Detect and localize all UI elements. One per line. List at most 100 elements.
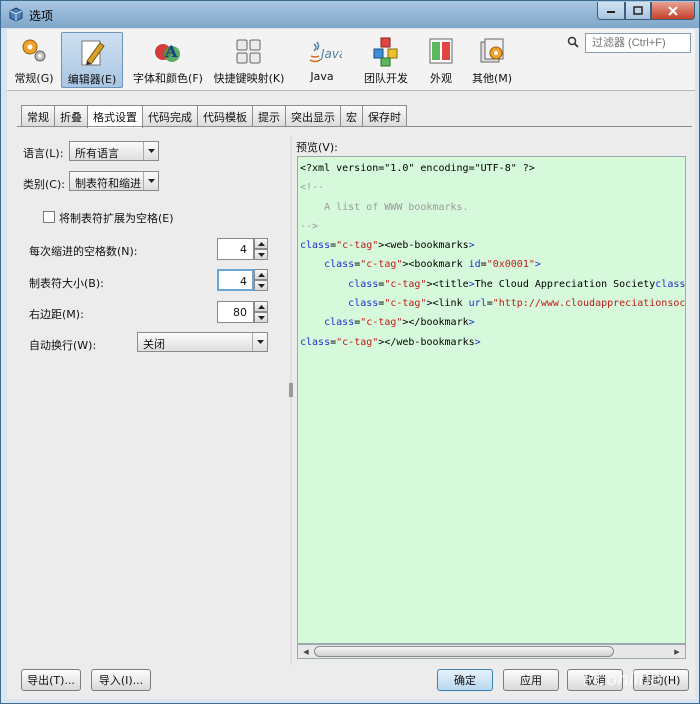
team-blocks-icon <box>373 37 398 67</box>
category-general[interactable]: 常规(G) <box>9 32 59 88</box>
chevron-down-icon <box>143 142 158 160</box>
expand-tabs-checkbox[interactable] <box>43 211 55 223</box>
filter-input[interactable] <box>585 33 691 53</box>
tab-code-templates[interactable]: 代码模板 <box>197 105 253 127</box>
help-button[interactable]: 帮助(H) <box>633 669 689 691</box>
category-label: 外观 <box>430 72 452 85</box>
language-combo[interactable]: 所有语言 <box>69 141 159 161</box>
chevron-down-icon <box>143 172 158 190</box>
category-label: 快捷键映射(K) <box>213 72 285 85</box>
apply-button[interactable]: 应用 <box>503 669 559 691</box>
preview-code-line: class="c-tag"></bookmark> <box>324 317 475 329</box>
search-icon <box>567 36 579 48</box>
category-label: 字体和颜色(F) <box>133 72 203 85</box>
preview-code-line: class="c-tag"><link url="http://www.clou… <box>348 298 686 310</box>
export-button[interactable]: 导出(T)... <box>21 669 81 691</box>
svg-text:A: A <box>164 42 178 61</box>
tab-folding[interactable]: 折叠 <box>54 105 88 127</box>
options-window: 选项 常规(G) 编辑器(E) A 字体和颜色(F) 快捷键映射(K) Jav … <box>0 0 700 704</box>
preview-code-line: <?xml version="1.0" encoding="UTF-8" ?> <box>300 163 535 174</box>
preview-code-line: class="c-tag"></web-bookmarks> <box>300 336 481 348</box>
tab-hints[interactable]: 提示 <box>252 105 286 127</box>
category-combo[interactable]: 制表符和缩进 <box>69 171 159 191</box>
preview-code-line: class="c-tag"><title>The Cloud Appreciat… <box>348 278 686 290</box>
tab-size-field[interactable]: 4 <box>217 269 254 291</box>
chevron-down-icon <box>252 333 267 351</box>
language-label: 语言(L): <box>23 147 64 160</box>
preview-code-line: <!-- <box>300 182 325 194</box>
preview-code: <?xml version="1.0" encoding="UTF-8" ?> <… <box>300 159 686 352</box>
line-wrap-value: 关闭 <box>143 338 165 351</box>
preview-code-line: class="c-tag"><web-bookmarks> <box>300 240 475 252</box>
line-wrap-label: 自动换行(W): <box>29 339 97 352</box>
appearance-icon <box>429 38 453 64</box>
pencil-editor-icon <box>81 40 105 66</box>
dialog-content: 常规(G) 编辑器(E) A 字体和颜色(F) 快捷键映射(K) Jav Jav… <box>7 29 695 699</box>
scroll-left-arrow-icon[interactable]: ◀ <box>300 646 312 657</box>
cancel-button[interactable]: 取消 <box>567 669 623 691</box>
gears-icon <box>22 39 46 62</box>
category-java[interactable]: Java Java <box>297 32 347 88</box>
indent-size-label: 每次缩进的空格数(N): <box>29 245 138 258</box>
category-toolbar: 常规(G) 编辑器(E) A 字体和颜色(F) 快捷键映射(K) Jav Jav… <box>7 29 695 91</box>
close-button[interactable] <box>651 2 695 20</box>
category-fonts-colors[interactable]: A 字体和颜色(F) <box>131 32 205 88</box>
expand-tabs-label: 将制表符扩展为空格(E) <box>59 212 174 225</box>
tab-general[interactable]: 常规 <box>21 105 55 127</box>
minimize-button[interactable] <box>597 2 625 20</box>
preview-code-line: --> <box>300 220 319 232</box>
spinner-up-arrow-icon[interactable] <box>254 238 268 249</box>
preview-horizontal-scrollbar[interactable]: ◀ ▶ <box>297 644 686 659</box>
right-margin-label: 右边距(M): <box>29 308 84 321</box>
maximize-icon <box>633 6 643 15</box>
spinner-down-arrow-icon[interactable] <box>254 312 268 323</box>
maximize-button[interactable] <box>625 2 651 20</box>
indent-size-field[interactable]: 4 <box>217 238 254 260</box>
spinner-up-arrow-icon[interactable] <box>254 301 268 312</box>
indent-size-spinner[interactable]: 4 <box>217 238 269 260</box>
keyboard-icon <box>236 39 261 64</box>
java-icon: Java <box>309 41 342 63</box>
scroll-right-arrow-icon[interactable]: ▶ <box>671 646 683 657</box>
window-title: 选项 <box>29 9 54 23</box>
close-icon <box>668 5 678 16</box>
title-bar[interactable]: 选项 <box>1 1 699 28</box>
category-appearance[interactable]: 外观 <box>421 32 461 88</box>
tab-highlighting[interactable]: 突出显示 <box>285 105 341 127</box>
editor-tabs: 常规 折叠 格式设置 代码完成 代码模板 提示 突出显示 宏 保存时 <box>21 105 407 128</box>
category-value: 制表符和缩进 <box>75 177 141 190</box>
category-editor[interactable]: 编辑器(E) <box>61 32 123 88</box>
preview-label: 预览(V): <box>296 141 338 154</box>
tab-on-save[interactable]: 保存时 <box>362 105 407 127</box>
minimize-icon <box>607 10 615 13</box>
category-label: Java <box>310 70 334 83</box>
category-label-text: 类别(C): <box>23 178 65 191</box>
tab-formatting[interactable]: 格式设置 <box>87 105 143 128</box>
spinner-down-arrow-icon[interactable] <box>254 280 268 291</box>
tab-macros[interactable]: 宏 <box>340 105 363 127</box>
tab-size-spinner[interactable]: 4 <box>217 269 269 291</box>
line-wrap-combo[interactable]: 关闭 <box>137 332 268 352</box>
right-margin-spinner[interactable]: 80 <box>217 301 269 323</box>
scrollbar-thumb[interactable] <box>314 646 614 657</box>
misc-icon <box>480 38 504 63</box>
right-margin-field[interactable]: 80 <box>217 301 254 323</box>
category-label: 团队开发 <box>364 72 408 85</box>
category-label: 其他(M) <box>471 72 513 85</box>
category-team[interactable]: 团队开发 <box>359 32 413 88</box>
tab-code-completion[interactable]: 代码完成 <box>142 105 198 127</box>
category-misc[interactable]: 其他(M) <box>467 32 517 88</box>
category-keymap[interactable]: 快捷键映射(K) <box>211 32 287 88</box>
ok-button[interactable]: 确定 <box>437 669 493 691</box>
category-label: 常规(G) <box>14 72 54 85</box>
spinner-down-arrow-icon[interactable] <box>254 249 268 260</box>
svg-text:Java: Java <box>319 47 342 61</box>
split-pane-divider[interactable] <box>289 137 293 665</box>
preview-code-line: class="c-tag"><bookmark id="0x0001"> <box>324 259 541 271</box>
spinner-up-arrow-icon[interactable] <box>254 269 268 280</box>
font-color-icon: A <box>155 42 180 62</box>
import-button[interactable]: 导入(I)... <box>91 669 151 691</box>
category-label: 编辑器(E) <box>67 73 117 86</box>
preview-pane[interactable]: <?xml version="1.0" encoding="UTF-8" ?> <… <box>297 156 686 644</box>
app-cube-icon <box>9 7 23 22</box>
